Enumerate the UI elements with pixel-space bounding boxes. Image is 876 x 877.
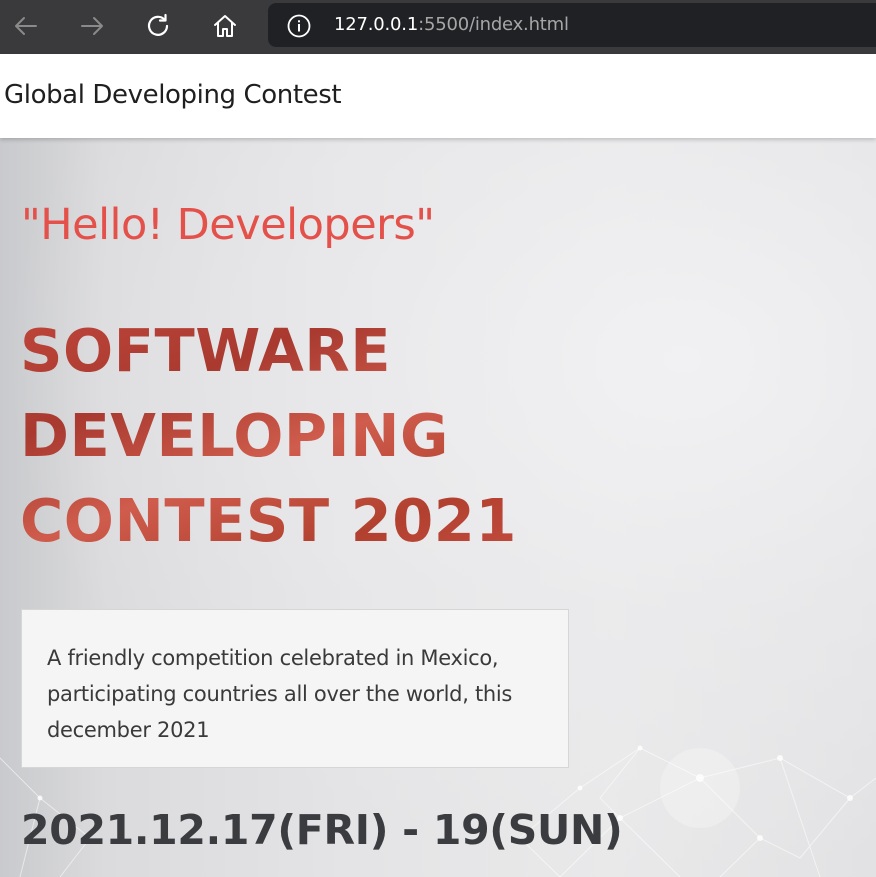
greeting-text: "Hello! Developers" <box>21 200 435 250</box>
description-text: A friendly competition celebrated in Mex… <box>47 646 513 742</box>
arrow-left-icon <box>15 17 37 35</box>
home-button[interactable] <box>205 6 245 46</box>
headline-line-3: CONTEST 2021 <box>20 486 517 555</box>
url-host: 127.0.0.1 <box>334 14 419 35</box>
headline-line-1: SOFTWARE <box>20 316 392 385</box>
hero-section: "Hello! Developers" SOFTWARE DEVELOPING … <box>0 138 876 877</box>
address-bar[interactable]: 127.0.0.1:5500/index.html <box>268 3 876 47</box>
description-box: A friendly competition celebrated in Mex… <box>21 609 569 768</box>
arrow-right-icon <box>81 17 103 35</box>
headline-line-2: DEVELOPING <box>20 401 449 470</box>
back-button[interactable] <box>6 6 46 46</box>
url-path: :5500/index.html <box>418 14 569 35</box>
event-date: 2021.12.17(FRI) - 19(SUN) <box>21 806 623 854</box>
info-icon[interactable] <box>287 14 311 38</box>
site-title[interactable]: Global Developing Contest <box>4 80 342 110</box>
reload-icon <box>147 13 169 36</box>
forward-button[interactable] <box>72 6 112 46</box>
home-icon <box>214 15 236 37</box>
reload-button[interactable] <box>139 6 179 46</box>
site-header: Global Developing Contest <box>0 54 876 138</box>
contest-headline: SOFTWARE DEVELOPING CONTEST 2021 <box>20 308 517 563</box>
browser-toolbar: 127.0.0.1:5500/index.html <box>0 0 876 54</box>
url-text[interactable]: 127.0.0.1:5500/index.html <box>334 3 569 47</box>
